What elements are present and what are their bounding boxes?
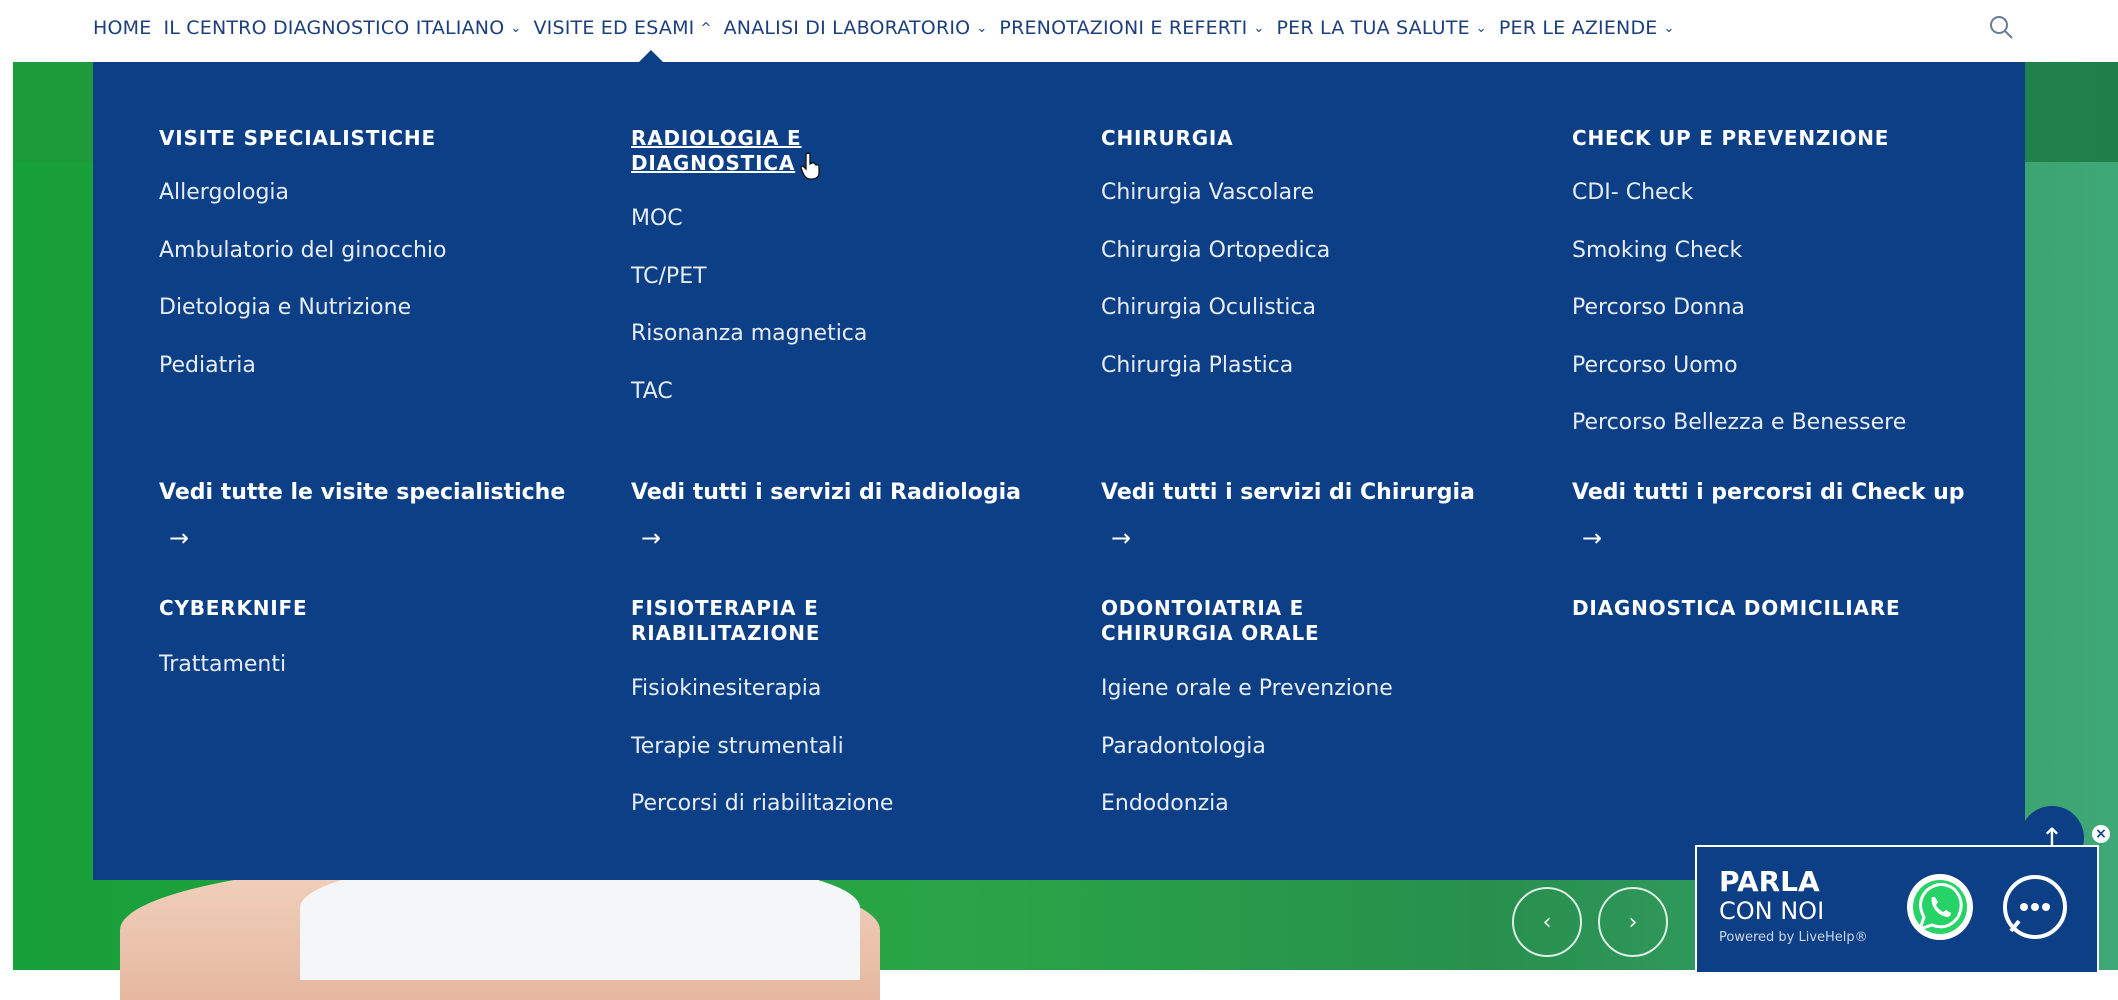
chat-close-icon[interactable]: ×: [2092, 825, 2110, 843]
section-title-line: RADIOLOGIA E: [631, 126, 802, 150]
section-title-chirurgia[interactable]: CHIRURGIA: [1101, 126, 1233, 151]
nav-visite-label: VISITE ED ESAMI: [533, 17, 695, 39]
section-title-visite[interactable]: VISITE SPECIALISTICHE: [159, 126, 436, 151]
chevron-up-icon: ^: [700, 20, 712, 36]
menu-link[interactable]: Fisiokinesiterapia: [631, 676, 821, 701]
see-all-visite-link[interactable]: Vedi tutte le visite specialistiche: [159, 480, 565, 505]
menu-link[interactable]: Chirurgia Vascolare: [1101, 180, 1314, 205]
section-title-line: FISIOTERAPIA E: [631, 596, 819, 620]
nav-il-centro-label: IL CENTRO DIAGNOSTICO ITALIANO: [163, 17, 505, 39]
chevron-down-icon: ⌄: [976, 20, 988, 36]
arrow-right-icon[interactable]: →: [641, 524, 661, 552]
menu-link[interactable]: Trattamenti: [159, 652, 286, 677]
chevron-down-icon: ⌄: [1253, 20, 1265, 36]
nav-il-centro[interactable]: IL CENTRO DIAGNOSTICO ITALIANO ⌄: [163, 17, 521, 39]
nav-analisi-label: ANALISI DI LABORATORIO: [723, 17, 971, 39]
menu-link[interactable]: Igiene orale e Prevenzione: [1101, 676, 1393, 701]
menu-link[interactable]: Percorsi di riabilitazione: [631, 791, 893, 816]
top-navigation-bar: HOME IL CENTRO DIAGNOSTICO ITALIANO ⌄ VI…: [0, 0, 2118, 62]
menu-link[interactable]: Dietologia e Nutrizione: [159, 295, 411, 320]
chevron-down-icon: ⌄: [1475, 20, 1487, 36]
nav-analisi[interactable]: ANALISI DI LABORATORIO ⌄: [724, 17, 988, 39]
arrow-right-icon[interactable]: →: [1111, 524, 1131, 552]
section-title-line: DIAGNOSTICA: [631, 151, 796, 175]
see-all-chirurgia-link[interactable]: Vedi tutti i servizi di Chirurgia: [1101, 480, 1475, 505]
nav-visite-ed-esami[interactable]: VISITE ED ESAMI ^: [533, 17, 711, 39]
menu-link[interactable]: Chirurgia Oculistica: [1101, 295, 1316, 320]
menu-link[interactable]: Percorso Bellezza e Benessere: [1572, 410, 1906, 435]
menu-link[interactable]: Percorso Uomo: [1572, 353, 1738, 378]
menu-link[interactable]: Risonanza magnetica: [631, 321, 867, 346]
search-icon[interactable]: [1988, 14, 2014, 40]
carousel-next-button[interactable]: ›: [1598, 887, 1668, 957]
section-title-checkup[interactable]: CHECK UP E PREVENZIONE: [1572, 126, 1889, 151]
section-title-odontoiatria[interactable]: ODONTOIATRIA E CHIRURGIA ORALE: [1101, 596, 1319, 646]
chat-title-line2: CON NOI: [1719, 897, 1825, 925]
menu-link[interactable]: CDI- Check: [1572, 180, 1693, 205]
section-title-cyberknife[interactable]: CYBERKNIFE: [159, 596, 307, 621]
nav-prenotazioni-label: PRENOTAZIONI E REFERTI: [999, 17, 1248, 39]
arrow-right-icon[interactable]: →: [1582, 524, 1602, 552]
menu-link[interactable]: Paradontologia: [1101, 734, 1266, 759]
menu-link[interactable]: Allergologia: [159, 180, 289, 205]
chevron-down-icon: ⌄: [1663, 20, 1675, 36]
nav-salute-label: PER LA TUA SALUTE: [1276, 17, 1470, 39]
menu-link[interactable]: Percorso Donna: [1572, 295, 1745, 320]
mega-menu-visite-ed-esami: VISITE SPECIALISTICHE Allergologia Ambul…: [93, 62, 2025, 880]
hand-cursor-icon: [800, 152, 820, 180]
nav-aziende-label: PER LE AZIENDE: [1498, 17, 1658, 39]
menu-link[interactable]: Chirurgia Ortopedica: [1101, 238, 1330, 263]
see-all-checkup-link[interactable]: Vedi tutti i percorsi di Check up: [1572, 480, 1965, 505]
chat-bubble-icon[interactable]: [1997, 869, 2073, 945]
menu-link[interactable]: Terapie strumentali: [631, 734, 844, 759]
menu-link[interactable]: Smoking Check: [1572, 238, 1742, 263]
arrow-right-icon[interactable]: →: [169, 524, 189, 552]
nav-per-la-tua-salute[interactable]: PER LA TUA SALUTE ⌄: [1277, 17, 1487, 39]
menu-link[interactable]: MOC: [631, 206, 683, 231]
main-menu: HOME IL CENTRO DIAGNOSTICO ITALIANO ⌄ VI…: [93, 14, 1675, 42]
menu-link[interactable]: Endodonzia: [1101, 791, 1229, 816]
section-title-line: RIABILITAZIONE: [631, 621, 821, 645]
menu-link[interactable]: Ambulatorio del ginocchio: [159, 238, 446, 263]
whatsapp-icon[interactable]: [1902, 869, 1978, 945]
menu-link[interactable]: TC/PET: [631, 264, 707, 289]
menu-link[interactable]: Chirurgia Plastica: [1101, 353, 1293, 378]
section-title-line: CHIRURGIA ORALE: [1101, 621, 1320, 645]
section-title-radiologia[interactable]: RADIOLOGIA E DIAGNOSTICA: [631, 126, 802, 176]
chat-powered-by: Powered by LiveHelp®: [1719, 930, 1868, 945]
carousel-prev-button[interactable]: ‹: [1512, 887, 1582, 957]
nav-prenotazioni[interactable]: PRENOTAZIONI E REFERTI ⌄: [999, 17, 1264, 39]
chat-title-line1: PARLA: [1719, 865, 1820, 898]
chat-widget[interactable]: PARLA CON NOI Powered by LiveHelp®: [1695, 845, 2099, 974]
section-title-line: ODONTOIATRIA E: [1101, 596, 1305, 620]
nav-per-le-aziende[interactable]: PER LE AZIENDE ⌄: [1499, 17, 1675, 39]
see-all-radiologia-link[interactable]: Vedi tutti i servizi di Radiologia: [631, 480, 1021, 505]
menu-link[interactable]: Pediatria: [159, 353, 256, 378]
menu-link[interactable]: TAC: [631, 379, 673, 404]
section-title-fisioterapia[interactable]: FISIOTERAPIA E RIABILITAZIONE: [631, 596, 820, 646]
section-title-domiciliare[interactable]: DIAGNOSTICA DOMICILIARE: [1572, 596, 1900, 621]
nav-home[interactable]: HOME: [93, 17, 151, 39]
chevron-down-icon: ⌄: [510, 20, 522, 36]
nav-home-label: HOME: [93, 17, 152, 39]
